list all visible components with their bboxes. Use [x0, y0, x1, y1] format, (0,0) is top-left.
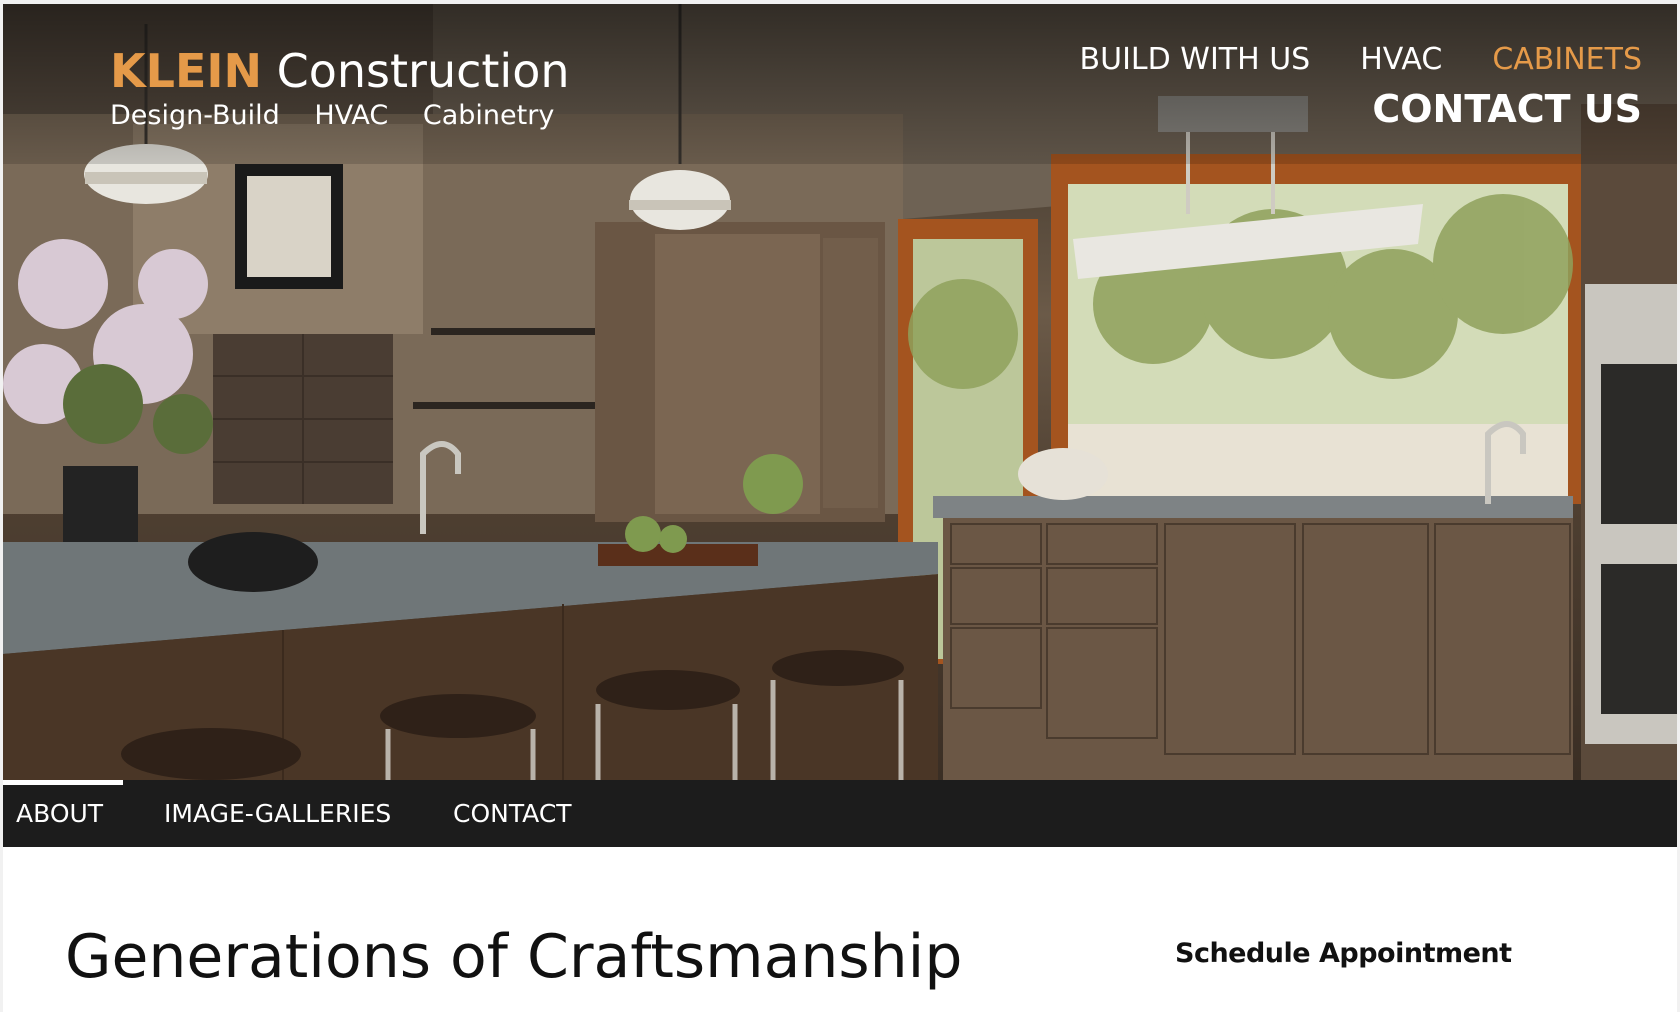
schedule-appointment-heading: Schedule Appointment [1175, 938, 1512, 969]
nav-link-hvac[interactable]: HVAC [1360, 42, 1442, 77]
nav-link-cabinets[interactable]: CABINETS [1492, 42, 1642, 77]
browser-viewport: KLEIN Construction Design-Build HVAC Cab… [0, 0, 1680, 1012]
hero-banner: KLEIN Construction Design-Build HVAC Cab… [3, 4, 1677, 780]
page: KLEIN Construction Design-Build HVAC Cab… [3, 4, 1677, 1012]
section-tabs: ABOUT IMAGE-GALLERIES CONTACT [3, 780, 1677, 847]
nav-link-contact-us[interactable]: CONTACT US [1372, 87, 1642, 131]
brand-name-strong: KLEIN [110, 44, 262, 98]
tagline-cabinetry: Cabinetry [422, 100, 555, 131]
page-headline: Generations of Craftsmanship [65, 922, 963, 992]
tab-about[interactable]: ABOUT [3, 780, 124, 847]
brand-tagline: Design-Build HVAC Cabinetry [110, 100, 580, 131]
tagline-design-build: Design-Build [110, 100, 280, 131]
top-navigation: BUILD WITH US HVAC CABINETS CONTACT US [1080, 42, 1642, 131]
tab-image-galleries[interactable]: IMAGE-GALLERIES [164, 780, 391, 847]
brand-name-rest: Construction [262, 44, 570, 98]
brand-name: KLEIN Construction [110, 44, 580, 98]
brand-logo[interactable]: KLEIN Construction Design-Build HVAC Cab… [110, 44, 580, 131]
tagline-hvac: HVAC [314, 100, 389, 131]
tab-contact[interactable]: CONTACT [453, 780, 572, 847]
nav-link-build-with-us[interactable]: BUILD WITH US [1080, 42, 1311, 77]
